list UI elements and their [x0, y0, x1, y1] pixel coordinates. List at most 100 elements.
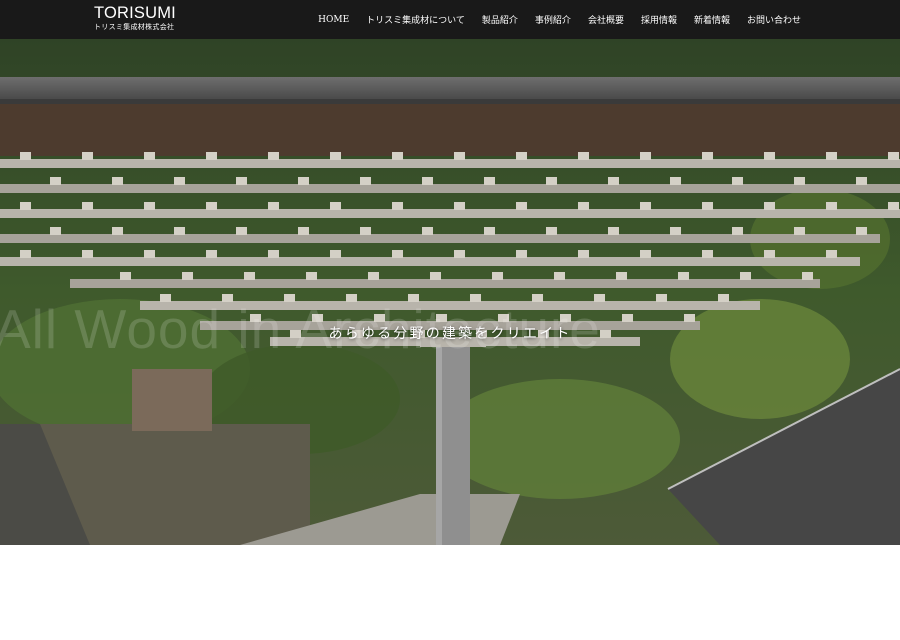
timber-block: [206, 202, 217, 210]
timber-block: [856, 227, 867, 235]
timber-block: [330, 202, 341, 210]
timber-block: [718, 294, 729, 302]
timber-beam: [0, 257, 860, 266]
main-nav: HOME トリスミ集成材について 製品紹介 事例紹介 会社概要 採用情報 新着情…: [318, 0, 801, 39]
timber-block: [826, 202, 837, 210]
timber-block: [764, 152, 775, 160]
timber-block: [174, 227, 185, 235]
timber-block: [182, 272, 193, 280]
roof: [0, 77, 900, 99]
timber-block: [684, 314, 695, 322]
timber-block: [578, 152, 589, 160]
timber-block: [484, 177, 495, 185]
timber-block: [330, 152, 341, 160]
timber-block: [702, 202, 713, 210]
timber-beam: [0, 234, 880, 243]
hero-image: [0, 39, 900, 545]
timber-block: [392, 250, 403, 258]
site-header: TORISUMI トリスミ集成材株式会社 HOME トリスミ集成材について 製品…: [0, 0, 900, 39]
timber-block: [50, 227, 61, 235]
timber-block: [244, 272, 255, 280]
timber-block: [888, 152, 899, 160]
timber-block: [484, 227, 495, 235]
nav-recruit[interactable]: 採用情報: [641, 13, 677, 26]
timber-block: [640, 202, 651, 210]
timber-block: [516, 250, 527, 258]
timber-block: [236, 177, 247, 185]
nav-home[interactable]: HOME: [318, 15, 349, 25]
nav-company[interactable]: 会社概要: [588, 13, 624, 26]
hero-section: All Wood in Architecture あらゆる分野の建築をクリエイト: [0, 39, 900, 545]
timber-block: [454, 250, 465, 258]
timber-block: [360, 177, 371, 185]
timber-block: [826, 152, 837, 160]
timber-block: [622, 314, 633, 322]
timber-block: [20, 250, 31, 258]
timber-block: [20, 152, 31, 160]
timber-block: [422, 227, 433, 235]
timber-block: [608, 227, 619, 235]
timber-block: [144, 202, 155, 210]
timber-block: [206, 152, 217, 160]
timber-block: [330, 250, 341, 258]
timber-block: [702, 152, 713, 160]
timber-block: [430, 272, 441, 280]
timber-block: [670, 227, 681, 235]
timber-block: [492, 272, 503, 280]
timber-block: [268, 250, 279, 258]
nav-cases[interactable]: 事例紹介: [535, 13, 571, 26]
nav-products[interactable]: 製品紹介: [482, 13, 518, 26]
timber-block: [702, 250, 713, 258]
timber-block: [360, 227, 371, 235]
logo-wordmark: TORISUMI: [94, 4, 176, 22]
timber-block: [20, 202, 31, 210]
nav-news[interactable]: 新着情報: [694, 13, 730, 26]
timber-block: [678, 272, 689, 280]
timber-block: [732, 227, 743, 235]
nav-contact[interactable]: お問い合わせ: [747, 13, 801, 26]
timber-block: [120, 272, 131, 280]
timber-block: [268, 152, 279, 160]
timber-block: [802, 272, 813, 280]
utility-shed: [132, 369, 212, 431]
timber-block: [368, 272, 379, 280]
logo-company-name: トリスミ集成材株式会社: [94, 23, 175, 31]
timber-block: [392, 152, 403, 160]
timber-block: [174, 177, 185, 185]
nav-about[interactable]: トリスミ集成材について: [366, 13, 465, 26]
timber-block: [616, 272, 627, 280]
timber-block: [206, 250, 217, 258]
timber-block: [670, 177, 681, 185]
timber-block: [578, 202, 589, 210]
timber-block: [306, 272, 317, 280]
timber-block: [82, 202, 93, 210]
timber-block: [82, 250, 93, 258]
timber-block: [732, 177, 743, 185]
site-logo[interactable]: TORISUMI トリスミ集成材株式会社: [94, 5, 176, 32]
timber-block: [656, 294, 667, 302]
timber-block: [516, 152, 527, 160]
timber-beam: [0, 159, 900, 168]
timber-block: [826, 250, 837, 258]
timber-block: [640, 250, 651, 258]
timber-block: [112, 177, 123, 185]
timber-block: [50, 177, 61, 185]
timber-block: [454, 152, 465, 160]
timber-block: [298, 177, 309, 185]
timber-block: [298, 227, 309, 235]
roof-underside: [0, 104, 900, 156]
timber-beam: [0, 184, 900, 193]
timber-block: [236, 227, 247, 235]
timber-block: [422, 177, 433, 185]
timber-beam: [0, 209, 900, 218]
timber-block: [82, 152, 93, 160]
timber-block: [546, 227, 557, 235]
timber-block: [640, 152, 651, 160]
timber-block: [454, 202, 465, 210]
timber-block: [554, 272, 565, 280]
timber-block: [794, 227, 805, 235]
timber-block: [578, 250, 589, 258]
timber-block: [268, 202, 279, 210]
timber-block: [392, 202, 403, 210]
timber-beam: [70, 279, 820, 288]
